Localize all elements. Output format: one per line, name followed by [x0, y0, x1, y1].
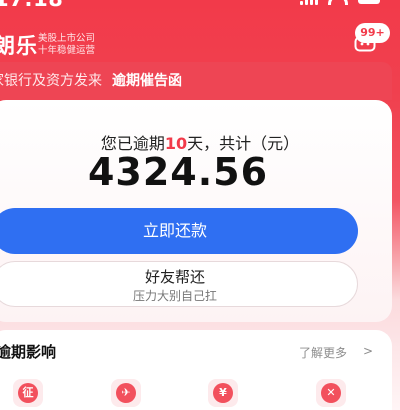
status-time: 17:18	[0, 0, 63, 11]
property-icon[interactable]: ¥	[208, 379, 238, 407]
chevron-right-icon: >	[363, 344, 374, 358]
friend-repay-label: 好友帮还	[144, 268, 205, 286]
brand-subtitle-line1: 美股上市公司	[38, 33, 96, 44]
account-frozen-icon[interactable]: ✕	[316, 379, 346, 407]
battery-icon	[358, 0, 380, 4]
message-badge: 99+	[355, 23, 390, 43]
overdue-notice-banner[interactable]: 家银行及资方发来 逾期催告函	[0, 62, 392, 100]
flight-restricted-icon[interactable]: ✈	[111, 379, 141, 407]
notice-text: 家银行及资方发来	[0, 73, 102, 89]
status-icons	[300, 0, 380, 5]
notice-highlight: 逾期催告函	[112, 73, 182, 89]
app-screen: 17:18 朗乐 美股上市公司 十年稳健运营 99+ 家银行及资方发来逾期催告函…	[0, 0, 400, 410]
wifi-icon	[328, 0, 348, 5]
learn-more-link[interactable]: 了解更多	[299, 344, 347, 361]
signal-icon	[300, 0, 318, 5]
brand-subtitle: 美股上市公司 十年稳健运营	[38, 33, 95, 57]
brand-logo: 朗乐	[0, 34, 38, 58]
impact-title: 逾期影响	[0, 343, 57, 361]
friend-repay-subtitle: 压力大别自己扛	[132, 289, 217, 303]
credit-report-icon[interactable]: 征	[13, 379, 43, 407]
friend-repay-button[interactable]: 好友帮还 压力大别自己扛	[0, 261, 358, 307]
repay-now-button[interactable]: 立即还款	[0, 208, 358, 254]
brand-subtitle-line2: 十年稳健运营	[38, 45, 96, 56]
overdue-amount: 4324.56	[87, 150, 269, 194]
